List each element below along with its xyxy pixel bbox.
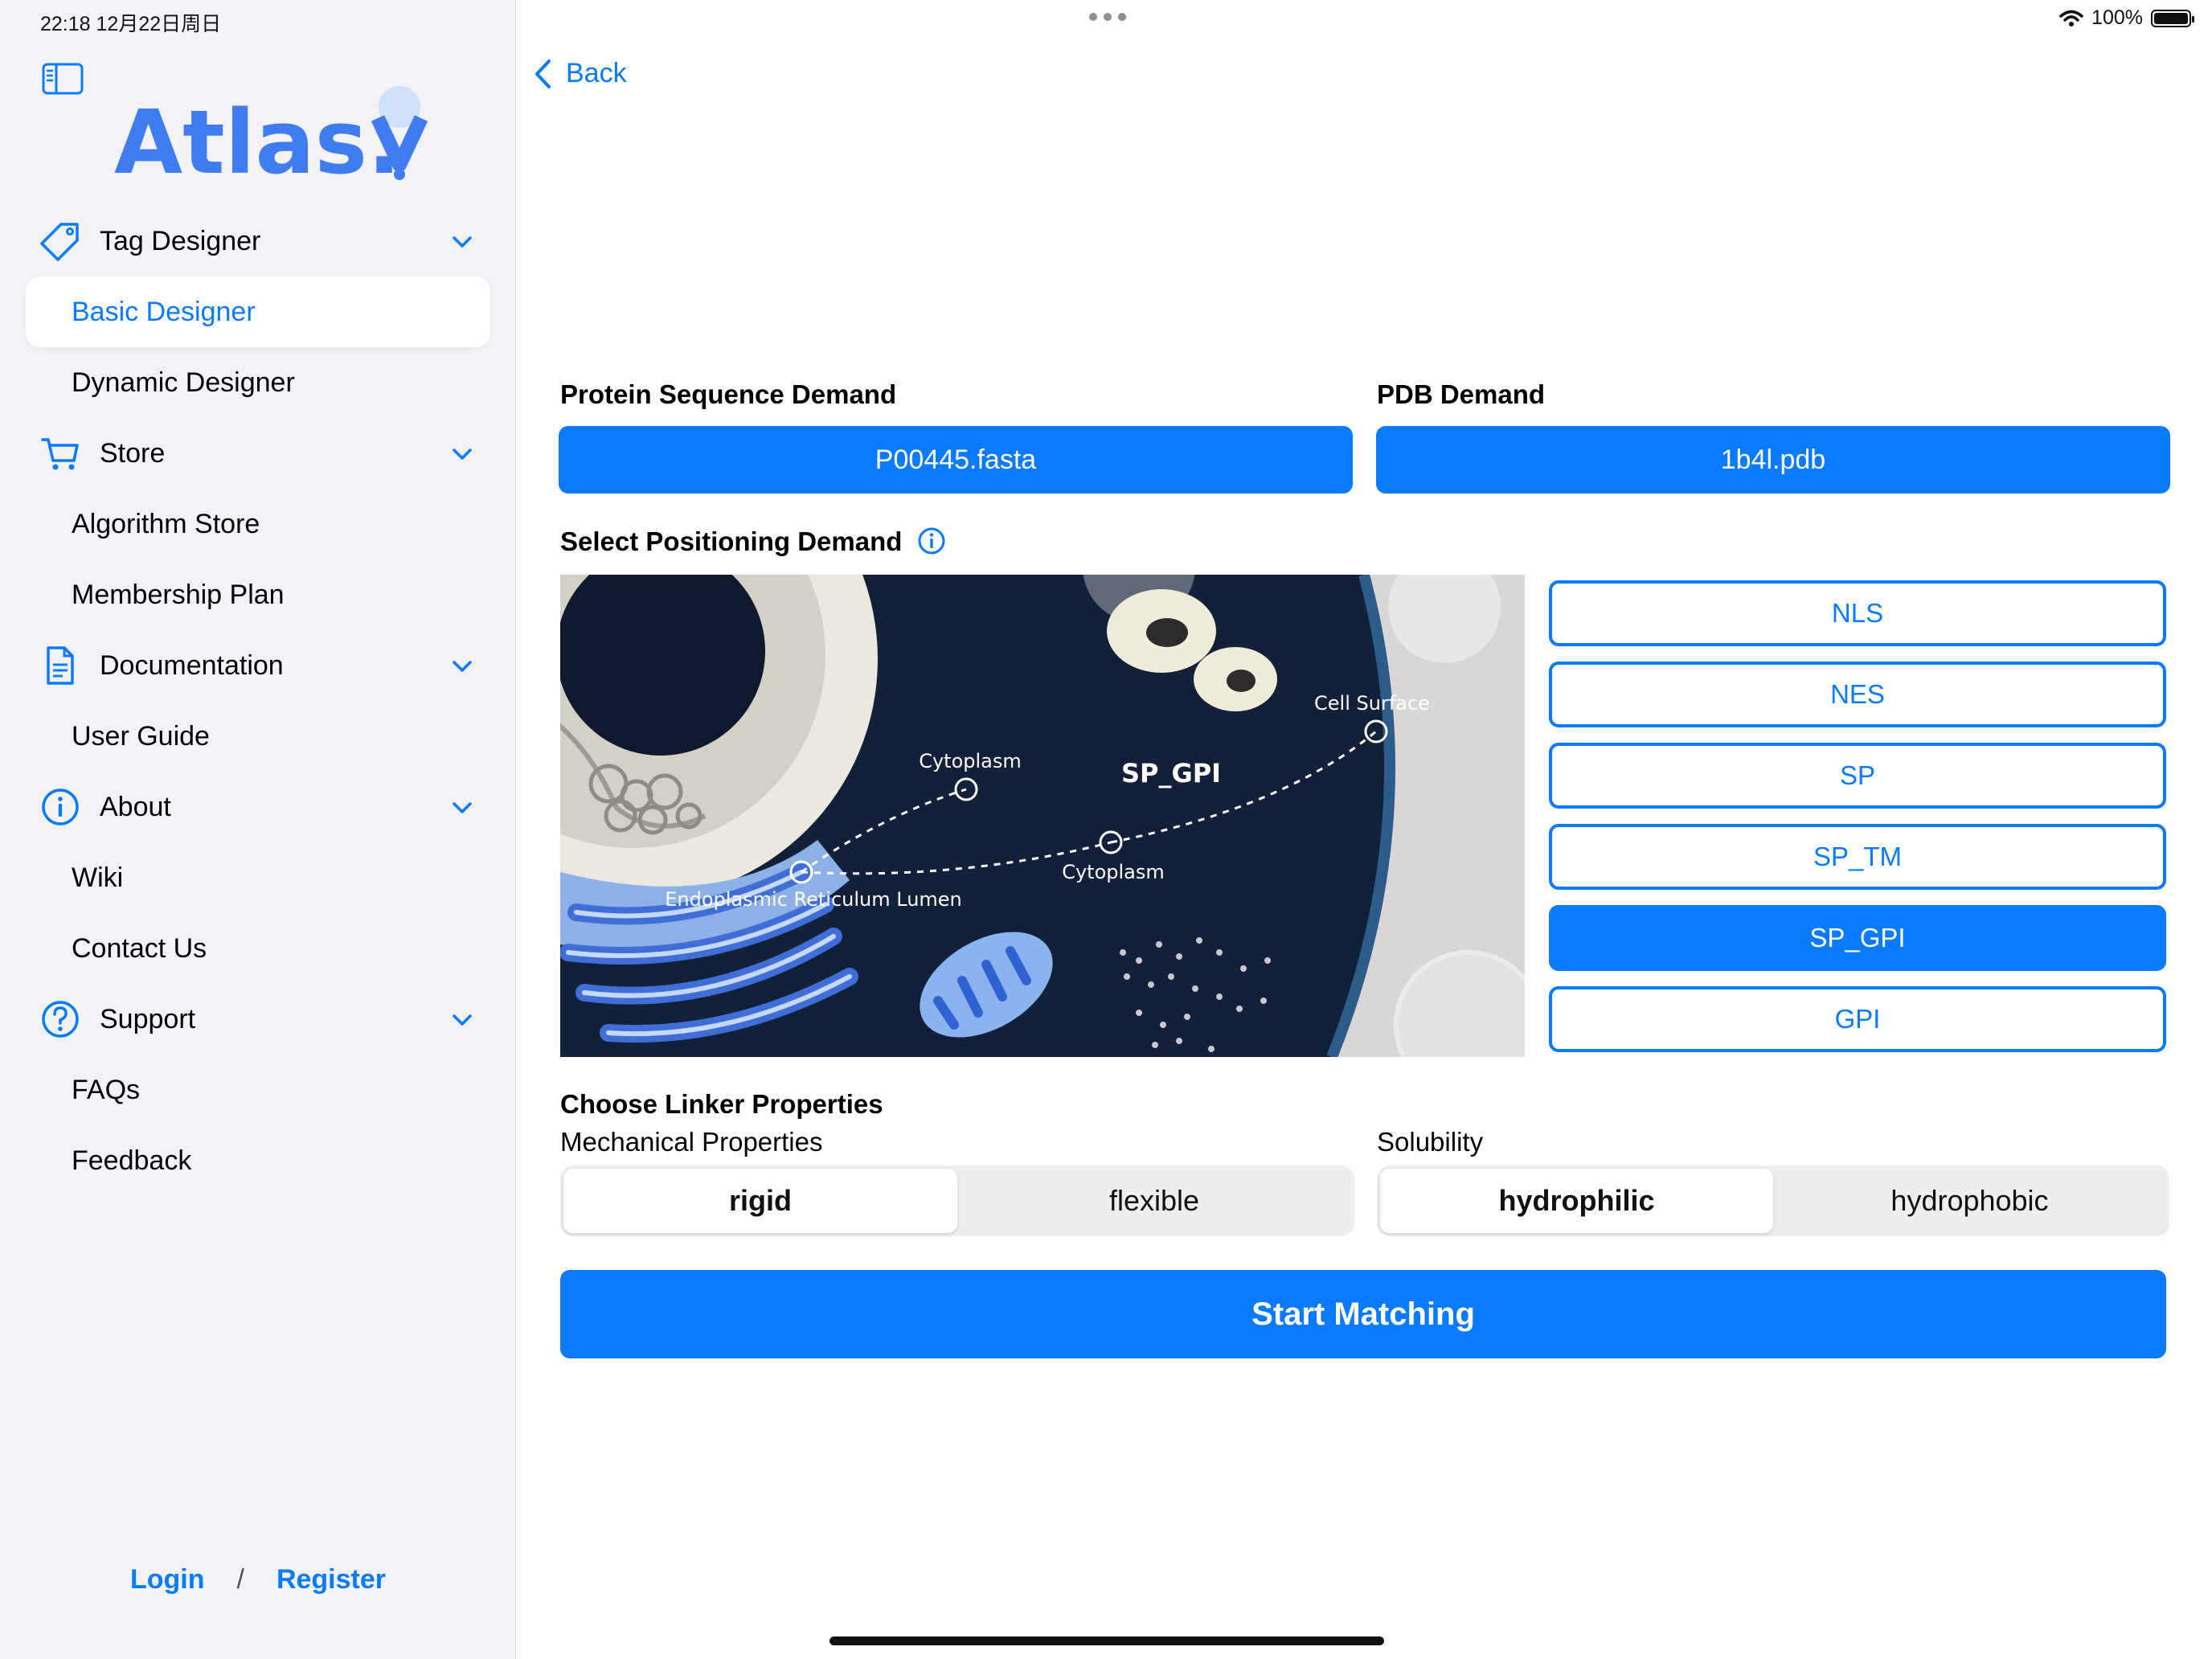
positioning-option-sp-tm[interactable]: SP_TM [1549, 824, 2166, 890]
home-indicator [830, 1636, 1384, 1645]
status-time: 22:18 12月22日周日 [40, 13, 222, 35]
question-icon [40, 999, 80, 1039]
chevron-left-icon [535, 59, 551, 88]
back-label: Back [566, 58, 627, 88]
back-button[interactable]: Back [534, 58, 627, 89]
sidebar-section-label: Documentation [100, 649, 284, 681]
info-icon[interactable] [917, 526, 946, 555]
positioning-option-nes[interactable]: NES [1549, 662, 2166, 727]
sidebar-section-label: Store [100, 437, 166, 469]
sidebar-section-label: Tag Designer [100, 225, 261, 256]
label-cytoplasm-top: Cytoplasm [919, 750, 1022, 772]
sidebar-section-store[interactable]: Store [26, 418, 490, 489]
start-matching-button[interactable]: Start Matching [560, 1270, 2166, 1358]
info-icon [40, 787, 80, 827]
cell-illustration: SP_GPI Cytoplasm Cell Surface Cytoplasm … [560, 575, 1525, 1057]
status-right: 100% [2059, 6, 2194, 30]
sidebar: Atlas. Tag Designer Basic Designer Dynamic… [0, 0, 516, 1659]
protein-file-button[interactable]: P00445.fasta [559, 426, 1353, 494]
label-cytoplasm-bottom: Cytoplasm [1062, 861, 1165, 883]
atlas-logo: Atlas. [114, 86, 428, 181]
wifi-icon [2059, 10, 2083, 27]
battery-icon [2151, 9, 2194, 27]
positioning-option-sp[interactable]: SP [1549, 743, 2166, 809]
mechanical-segmented-control: rigid flexible [560, 1165, 1354, 1236]
tag-icon [40, 221, 80, 261]
sidebar-nav: Tag Designer Basic Designer Dynamic Design… [26, 206, 490, 1196]
sidebar-item-user-guide[interactable]: User Guide [26, 701, 490, 772]
cart-icon [40, 433, 80, 473]
sidebar-item-basic-designer[interactable]: Basic Designer [26, 276, 490, 347]
chevron-down-icon[interactable] [450, 442, 474, 466]
illustration-title: SP_GPI [1121, 758, 1221, 789]
positioning-options: NLS NES SP SP_TM SP_GPI GPI [1549, 580, 2166, 1067]
login-link[interactable]: Login [130, 1564, 205, 1596]
solubility-label: Solubility [1377, 1127, 1484, 1157]
segment-hydrophobic[interactable]: hydrophobic [1773, 1169, 2166, 1233]
multitask-dots-icon[interactable] [1089, 13, 1126, 21]
auth-links: Login / Register [0, 1564, 516, 1596]
sidebar-section-about[interactable]: About [26, 772, 490, 842]
segment-hydrophilic[interactable]: hydrophilic [1380, 1169, 1773, 1233]
label-cell-surface: Cell Surface [1314, 692, 1430, 715]
sidebar-toggle-icon[interactable] [42, 63, 84, 95]
mechanical-label: Mechanical Properties [560, 1127, 823, 1157]
sidebar-section-documentation[interactable]: Documentation [26, 630, 490, 701]
segment-flexible[interactable]: flexible [957, 1169, 1351, 1233]
positioning-option-gpi[interactable]: GPI [1549, 986, 2166, 1052]
document-icon [40, 645, 80, 686]
sidebar-item-feedback[interactable]: Feedback [26, 1125, 490, 1196]
sidebar-item-membership-plan[interactable]: Membership Plan [26, 559, 490, 630]
logo-text: Atlas. [114, 91, 401, 181]
positioning-option-nls[interactable]: NLS [1549, 580, 2166, 646]
auth-separator: / [236, 1564, 244, 1595]
chevron-down-icon[interactable] [450, 796, 474, 820]
positioning-option-sp-gpi[interactable]: SP_GPI [1549, 905, 2166, 971]
positioning-label: Select Positioning Demand [560, 526, 903, 556]
register-link[interactable]: Register [276, 1564, 386, 1596]
segment-rigid[interactable]: rigid [563, 1169, 957, 1233]
sidebar-item-faqs[interactable]: FAQs [26, 1055, 490, 1125]
pdb-demand-label: PDB Demand [1377, 379, 1546, 409]
sidebar-item-algorithm-store[interactable]: Algorithm Store [26, 489, 490, 559]
pdb-file-button[interactable]: 1b4l.pdb [1376, 426, 2170, 494]
chevron-down-icon[interactable] [450, 230, 474, 254]
sidebar-item-dynamic-designer[interactable]: Dynamic Designer [26, 347, 490, 418]
sidebar-section-label: Support [100, 1003, 196, 1034]
chevron-down-icon[interactable] [450, 654, 474, 678]
sidebar-section-support[interactable]: Support [26, 984, 490, 1055]
sidebar-section-tag-designer[interactable]: Tag Designer [26, 206, 490, 276]
sidebar-item-contact-us[interactable]: Contact Us [26, 913, 490, 984]
label-er-lumen: Endoplasmic Reticulum Lumen [665, 888, 962, 911]
sidebar-section-label: About [100, 791, 171, 822]
solubility-segmented-control: hydrophilic hydrophobic [1377, 1165, 2169, 1236]
battery-percent: 100% [2091, 6, 2143, 29]
linker-label: Choose Linker Properties [560, 1089, 883, 1119]
protein-sequence-label: Protein Sequence Demand [560, 379, 897, 409]
chevron-down-icon[interactable] [450, 1008, 474, 1032]
sidebar-item-wiki[interactable]: Wiki [26, 842, 490, 913]
